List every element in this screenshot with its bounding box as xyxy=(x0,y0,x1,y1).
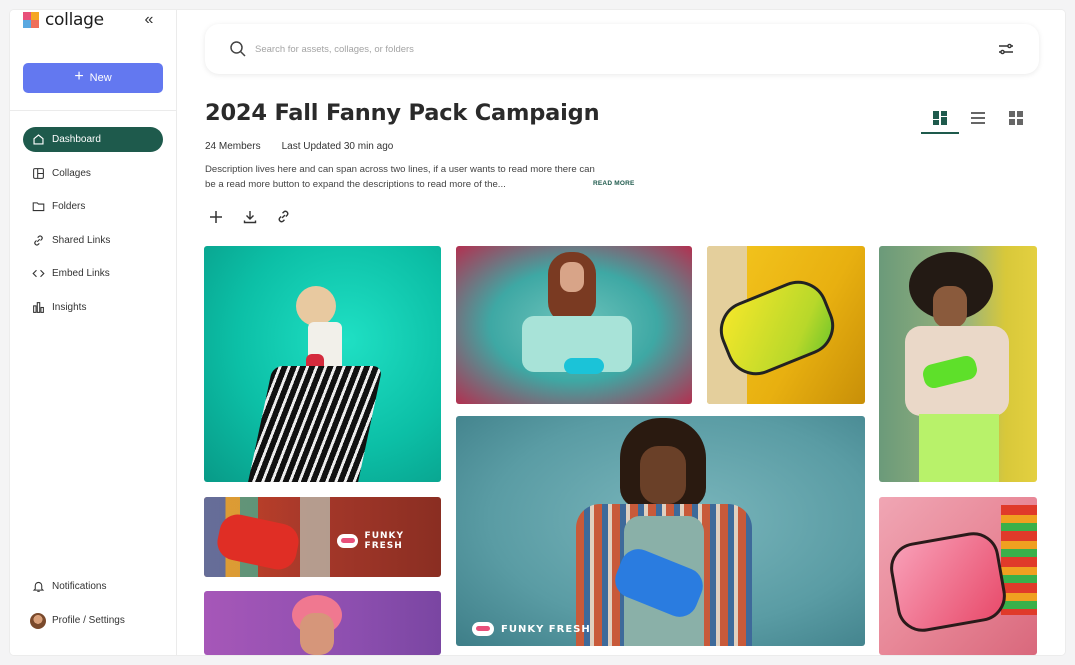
bar-chart-icon xyxy=(33,301,44,313)
members-count[interactable]: 24 Members xyxy=(205,141,261,152)
logo-icon xyxy=(23,12,39,28)
sidebar-item-profile-settings[interactable]: Profile / Settings xyxy=(23,608,163,633)
brand-tag: FUNKY FRESH xyxy=(337,531,441,551)
download-button[interactable] xyxy=(239,206,260,227)
sidebar-nav: Dashboard Collages Folders Shared Links … xyxy=(23,127,163,328)
sidebar-item-folders[interactable]: Folders xyxy=(23,194,163,219)
bell-icon xyxy=(32,581,45,592)
sidebar: collage « + New Dashboard Collages Folde… xyxy=(10,10,177,655)
main-content: 2024 Fall Fanny Pack Campaign 24 Members… xyxy=(177,10,1065,655)
brand-logo-icon xyxy=(472,622,494,636)
search-input[interactable] xyxy=(255,43,955,55)
list-view-button[interactable] xyxy=(959,108,997,134)
search-bar xyxy=(205,24,1039,74)
page-title: 2024 Fall Fanny Pack Campaign xyxy=(205,100,600,126)
new-button-label: New xyxy=(89,72,112,84)
collapse-sidebar-icon[interactable]: « xyxy=(141,11,157,29)
sidebar-item-shared-links[interactable]: Shared Links xyxy=(23,228,163,253)
action-bar xyxy=(205,206,294,227)
sidebar-item-embed-links[interactable]: Embed Links xyxy=(23,261,163,286)
code-icon xyxy=(32,269,45,278)
gallery-image-mint-sweater-model[interactable] xyxy=(456,246,692,404)
gallery-image-lime-fanny-pack-model[interactable] xyxy=(879,246,1037,482)
logo-text: collage xyxy=(45,10,104,30)
sidebar-item-label: Notifications xyxy=(52,581,107,592)
sidebar-item-collages[interactable]: Collages xyxy=(23,161,163,186)
read-more-link[interactable]: READ MORE xyxy=(593,180,635,187)
gallery-image-teal-model[interactable] xyxy=(204,246,441,482)
brand-tag: FUNKY FRESH xyxy=(472,622,591,636)
sidebar-item-label: Insights xyxy=(52,301,87,313)
sidebar-item-insights[interactable]: Insights xyxy=(23,295,163,320)
logo[interactable]: collage xyxy=(23,10,104,30)
add-button[interactable] xyxy=(205,206,226,227)
masonry-view-button[interactable] xyxy=(921,108,959,134)
sidebar-item-label: Dashboard xyxy=(52,134,101,145)
sidebar-item-label: Embed Links xyxy=(52,268,110,279)
grid-view-button[interactable] xyxy=(997,108,1035,134)
gallery-image-blue-fanny-pack-model[interactable]: FUNKY FRESH xyxy=(456,416,865,646)
page-description: Description lives here and can span acro… xyxy=(205,164,595,190)
grid-icon xyxy=(1009,111,1023,125)
app-window: collage « + New Dashboard Collages Folde… xyxy=(10,10,1065,655)
avatar xyxy=(30,612,46,629)
plus-icon: + xyxy=(74,68,84,85)
sidebar-item-label: Collages xyxy=(52,167,91,179)
download-icon xyxy=(243,210,256,223)
masonry-icon xyxy=(933,111,947,125)
plus-icon xyxy=(209,210,222,223)
brand-text: FUNKY FRESH xyxy=(501,623,591,635)
home-icon xyxy=(33,134,44,145)
layout-icon xyxy=(33,167,44,179)
brand-text: FUNKY FRESH xyxy=(364,531,405,551)
folder-icon xyxy=(32,202,45,212)
sidebar-divider xyxy=(10,110,177,111)
sidebar-item-label: Folders xyxy=(52,201,86,212)
sidebar-item-label: Shared Links xyxy=(52,234,111,246)
sidebar-item-dashboard[interactable]: Dashboard xyxy=(23,127,163,152)
gallery-image-red-fanny-pack[interactable]: FUNKY FRESH xyxy=(204,497,441,577)
last-updated: Last Updated 30 min ago xyxy=(281,141,394,152)
gallery-image-pink-fanny-pack[interactable] xyxy=(879,497,1037,655)
link-icon xyxy=(278,210,289,223)
gallery-image-pink-hair-model[interactable] xyxy=(204,591,441,655)
copy-link-button[interactable] xyxy=(273,206,294,227)
sidebar-item-notifications[interactable]: Notifications xyxy=(23,574,163,599)
new-button[interactable]: + New xyxy=(23,63,163,93)
list-icon xyxy=(971,112,985,124)
sidebar-item-label: Profile / Settings xyxy=(52,615,125,626)
filter-icon[interactable] xyxy=(997,40,1015,58)
search-icon xyxy=(230,41,246,57)
sidebar-bottom: Notifications Profile / Settings xyxy=(23,574,163,642)
page-meta: 24 Members Last Updated 30 min ago xyxy=(205,141,393,152)
brand-logo-icon xyxy=(337,534,358,548)
link-icon xyxy=(34,234,43,246)
view-toggle xyxy=(921,108,1035,134)
gallery-image-yellow-fanny-pack[interactable] xyxy=(707,246,865,404)
